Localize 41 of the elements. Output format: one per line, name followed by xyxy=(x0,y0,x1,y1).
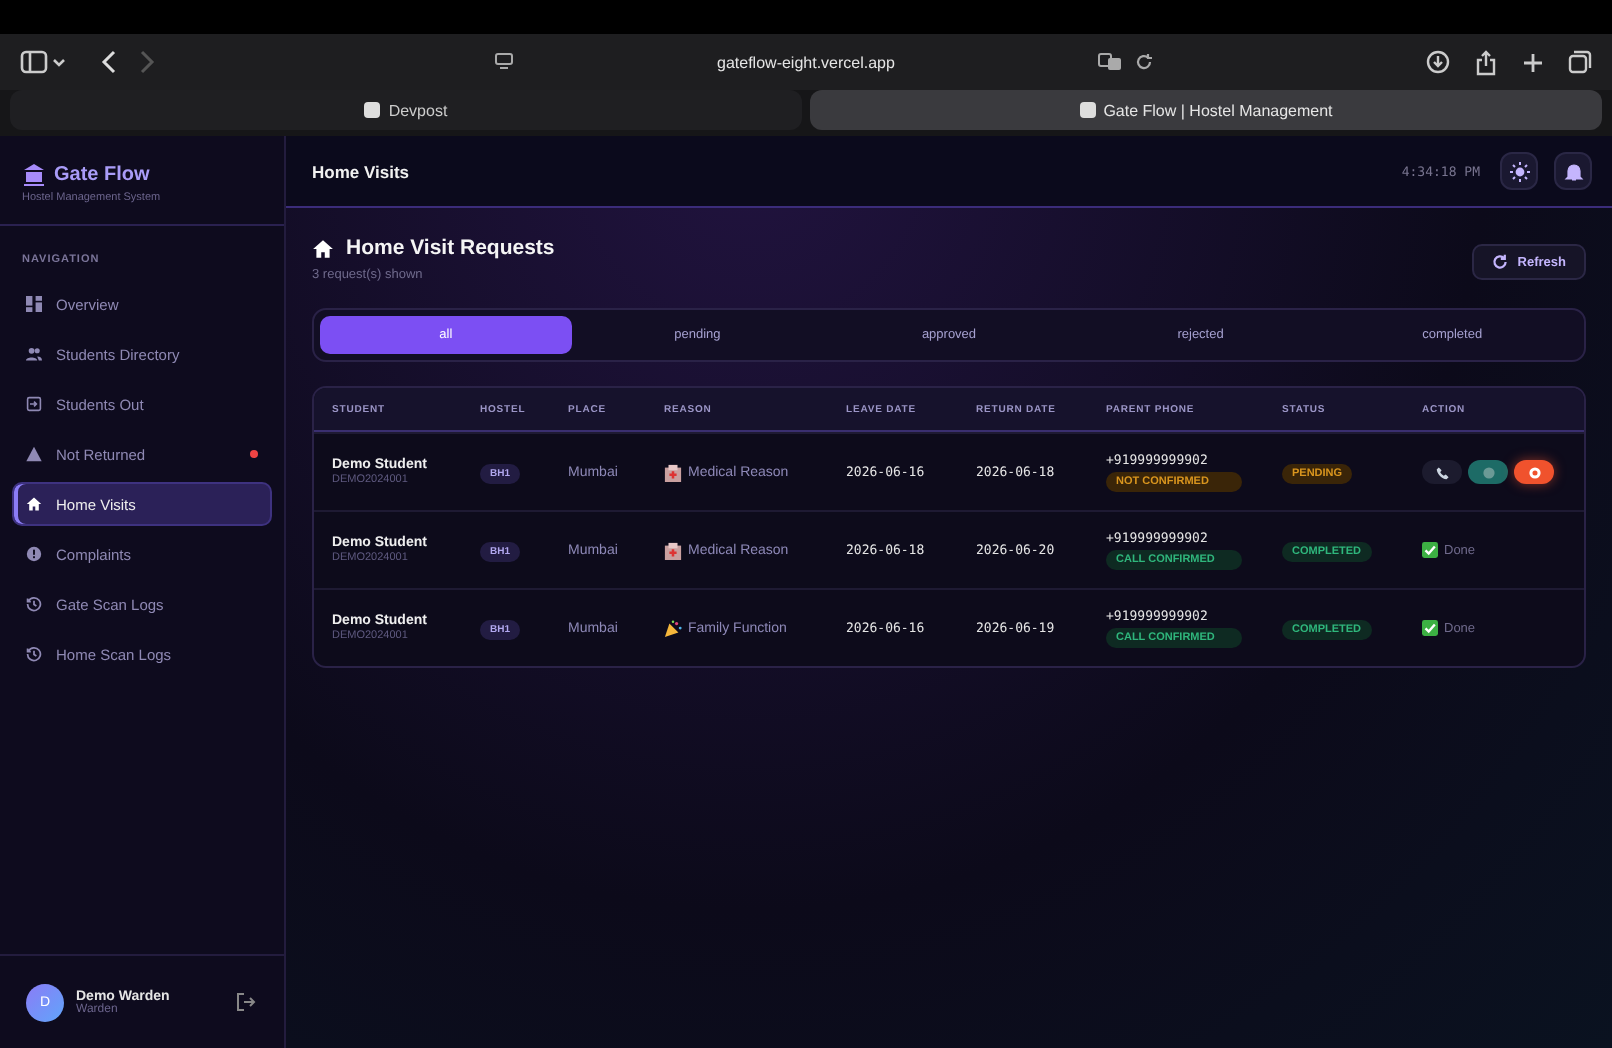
building-icon xyxy=(22,162,46,186)
info-icon xyxy=(26,546,42,562)
favicon-icon xyxy=(364,102,381,118)
sun-icon xyxy=(1509,161,1529,181)
refresh-icon xyxy=(1491,254,1508,270)
browser-tab[interactable]: Devpost xyxy=(10,90,802,130)
brand-name: Gate Flow xyxy=(54,163,150,185)
new-tab-icon[interactable] xyxy=(1522,51,1544,73)
call-button[interactable] xyxy=(1422,460,1462,484)
reject-button[interactable] xyxy=(1514,460,1554,484)
approve-button[interactable] xyxy=(1468,460,1508,484)
home-icon xyxy=(26,496,42,512)
check-mark-icon xyxy=(1422,620,1438,636)
logout-icon[interactable] xyxy=(236,992,256,1012)
theme-toggle-button[interactable] xyxy=(1500,152,1538,190)
warning-icon xyxy=(26,446,42,462)
header-title: Home Visits xyxy=(312,161,412,181)
sidebar-toggle-icon[interactable] xyxy=(20,50,68,74)
reload-icon[interactable] xyxy=(1134,52,1154,72)
dashboard-icon xyxy=(26,296,42,312)
history-icon xyxy=(26,596,42,612)
back-icon[interactable] xyxy=(100,50,120,74)
notifications-button[interactable] xyxy=(1554,152,1592,190)
check-mark-icon xyxy=(1422,542,1438,558)
bell-icon xyxy=(1563,161,1583,181)
people-icon xyxy=(26,346,42,362)
hospital-icon xyxy=(664,463,682,481)
history-icon xyxy=(26,646,42,662)
exit-icon xyxy=(26,396,42,412)
browser-tab[interactable]: Gate Flow | Hostel Management xyxy=(810,90,1602,130)
download-icon[interactable] xyxy=(1426,50,1450,74)
circle-icon xyxy=(1527,465,1541,479)
share-icon[interactable] xyxy=(1474,49,1498,75)
page-title: Home Visit Requests xyxy=(346,236,555,260)
party-popper-icon xyxy=(664,619,682,637)
tabs-overview-icon[interactable] xyxy=(1568,50,1592,74)
circle-icon xyxy=(1481,465,1495,479)
home-icon xyxy=(312,237,334,259)
favicon-icon xyxy=(1079,102,1096,118)
hospital-icon xyxy=(664,541,682,559)
phone-icon xyxy=(1435,465,1449,479)
